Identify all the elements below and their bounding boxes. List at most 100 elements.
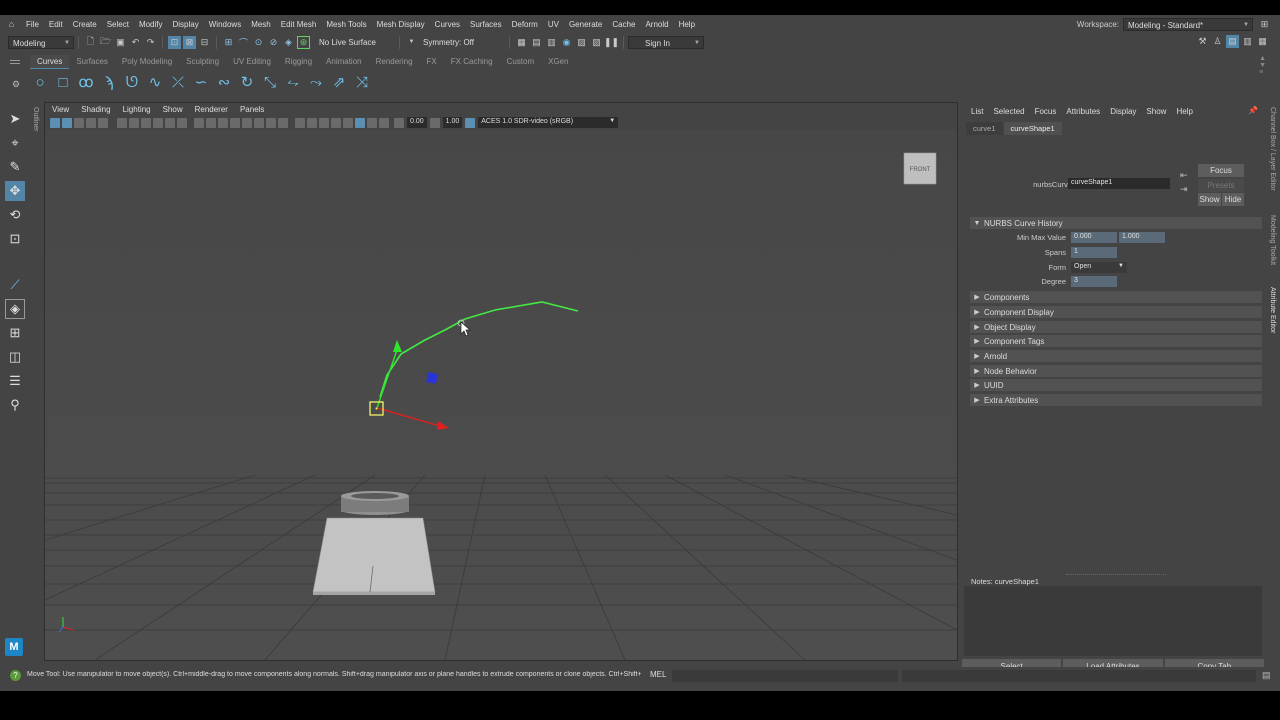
backface-culling-icon[interactable] (379, 117, 389, 128)
ambient-occlusion-icon[interactable] (266, 117, 276, 128)
channel-box-side-tab[interactable]: Channel Box / Layer Editor (1269, 107, 1276, 191)
workspace-lock-icon[interactable]: ⊞ (1258, 18, 1271, 31)
offset-curve-icon[interactable]: ⇗ (329, 72, 349, 92)
focus-button[interactable]: Focus (1198, 164, 1244, 177)
open-scene-icon[interactable]: 🗁 (99, 36, 112, 49)
select-camera-icon[interactable] (50, 117, 60, 128)
field-chart-icon[interactable] (177, 117, 187, 128)
shelf-tab-rendering[interactable]: Rendering (369, 55, 420, 69)
modeling-toolkit-icon[interactable]: ⚒ (1196, 35, 1209, 48)
menu-cache[interactable]: Cache (607, 20, 640, 29)
ae-menu-list[interactable]: List (966, 107, 988, 116)
menu-edit-mesh[interactable]: Edit Mesh (276, 20, 322, 29)
components-section[interactable]: ▶ Components (970, 291, 1262, 303)
multisample-aa-icon[interactable] (295, 117, 305, 128)
node-name-field[interactable]: curveShape1 (1068, 178, 1170, 189)
menu-modify[interactable]: Modify (134, 20, 168, 29)
ae-menu-help[interactable]: Help (1171, 107, 1197, 116)
help-icon[interactable]: ? (10, 670, 21, 681)
spans-field[interactable]: 1 (1071, 247, 1117, 258)
degree-field[interactable]: 3 (1071, 276, 1117, 287)
move-tool-icon[interactable]: ✥ (5, 181, 25, 201)
component-tags-section[interactable]: ▶ Component Tags (970, 335, 1262, 347)
channel-box-icon[interactable]: ▦ (1256, 35, 1269, 48)
workspace-dropdown[interactable]: Modeling - Standard* ▼ (1123, 18, 1253, 31)
nurbs-square-icon[interactable]: □ (53, 72, 73, 92)
viewport-panel[interactable]: View Shading Lighting Show Renderer Pane… (44, 102, 958, 661)
snap-grid-icon[interactable]: ⊞ (222, 36, 235, 49)
camera-attributes-icon[interactable] (62, 117, 72, 128)
shelf-scroll-icon[interactable]: ▲ ▼ ≡ (1259, 55, 1266, 76)
grid-toggle-icon[interactable] (129, 117, 139, 128)
menu-arnold[interactable]: Arnold (640, 20, 673, 29)
ae-tab-curveshape1[interactable]: curveShape1 (1003, 121, 1062, 135)
viewport-menu-renderer[interactable]: Renderer (189, 105, 234, 114)
save-scene-icon[interactable]: ▣ (114, 36, 127, 49)
textured-icon[interactable] (230, 117, 240, 128)
max-value-field[interactable]: 1.000 (1119, 232, 1165, 243)
modeling-toolkit-side-tab[interactable]: Modeling Toolkit (1269, 215, 1276, 265)
menu-display[interactable]: Display (168, 20, 204, 29)
notes-field[interactable] (964, 586, 1262, 656)
wireframe-on-shaded-icon[interactable] (218, 117, 228, 128)
x-ray-components-icon[interactable] (355, 117, 365, 128)
wireframe-icon[interactable] (194, 117, 204, 128)
viewport-scene[interactable]: FRONT (45, 130, 957, 660)
outliner-layout-icon[interactable]: ☰ (5, 371, 25, 391)
menu-uv[interactable]: UV (543, 20, 564, 29)
snap-surface-icon[interactable]: ◈ (282, 36, 295, 49)
2d-pan-icon[interactable] (98, 117, 108, 128)
viewport-menu-view[interactable]: View (45, 105, 75, 114)
shelf-menu-icon[interactable] (10, 60, 20, 64)
select-object-icon[interactable]: ⊠ (183, 35, 196, 49)
rotate-tool-icon[interactable]: ⟲ (5, 205, 25, 225)
view-cube[interactable]: FRONT (903, 152, 937, 185)
arc-tool-icon[interactable]: ⤫ (168, 72, 188, 92)
ae-menu-attributes[interactable]: Attributes (1061, 107, 1105, 116)
menu-generate[interactable]: Generate (564, 20, 607, 29)
exposure-field[interactable]: 0.00 (407, 117, 427, 128)
make-live-icon[interactable]: ⊛ (297, 35, 310, 49)
shelf-tab-surfaces[interactable]: Surfaces (69, 55, 115, 69)
move-z-handle[interactable] (426, 372, 438, 384)
shelf-tab-poly-modeling[interactable]: Poly Modeling (115, 55, 179, 69)
snap-plane-icon[interactable]: ⊘ (267, 36, 280, 49)
isolate-select-icon[interactable] (319, 117, 329, 128)
hypershade-icon[interactable]: ▨ (575, 36, 588, 49)
grease-pencil-icon[interactable] (117, 117, 127, 128)
single-perspective-layout-icon[interactable]: ◈ (5, 299, 25, 319)
shelf-settings-icon[interactable]: ⚙ (12, 79, 20, 90)
shelf-tab-fx[interactable]: FX (420, 55, 444, 69)
presets-button[interactable]: Presets (1198, 179, 1244, 192)
select-tool-icon[interactable]: ➤ (5, 109, 25, 129)
exposure-icon[interactable] (394, 117, 404, 128)
notes-splitter[interactable] (1066, 574, 1166, 575)
two-view-layout-icon[interactable]: ◫ (5, 347, 25, 367)
lasso-tool-icon[interactable]: ⌖ (5, 133, 25, 153)
redo-icon[interactable]: ↷ (144, 36, 157, 49)
menu-create[interactable]: Create (68, 20, 102, 29)
symmetry-dropdown[interactable]: Symmetry: Off (419, 35, 489, 49)
menu-deform[interactable]: Deform (507, 20, 543, 29)
ipr-render-icon[interactable]: ▥ (545, 36, 558, 49)
attribute-editor-toggle-icon[interactable]: ▤ (1226, 35, 1239, 48)
nurbs-circle-icon[interactable]: ○ (30, 72, 50, 92)
extra-attributes-section[interactable]: ▶ Extra Attributes (970, 394, 1262, 406)
detach-curves-icon[interactable]: ∾ (214, 72, 234, 92)
component-display-section[interactable]: ▶ Component Display (970, 306, 1262, 318)
snap-curve-icon[interactable]: ⌒ (237, 36, 250, 49)
pencil-curve-icon[interactable]: ∿ (145, 72, 165, 92)
ae-menu-show[interactable]: Show (1141, 107, 1171, 116)
viewport-menu-shading[interactable]: Shading (75, 105, 116, 114)
four-view-layout-icon[interactable]: ⊞ (5, 323, 25, 343)
go-to-output-icon[interactable]: ⇥ (1180, 184, 1188, 195)
bookmarks-icon[interactable] (74, 117, 84, 128)
shelf-tab-curves[interactable]: Curves (30, 55, 70, 69)
attach-curves-icon[interactable]: ∽ (191, 72, 211, 92)
menu-file[interactable]: File (21, 20, 44, 29)
hide-button[interactable]: Hide (1222, 193, 1244, 206)
menu-edit[interactable]: Edit (44, 20, 68, 29)
cv-curve-icon[interactable]: ꝏ (76, 72, 96, 92)
menu-surfaces[interactable]: Surfaces (465, 20, 507, 29)
viewport-menu-show[interactable]: Show (157, 105, 189, 114)
